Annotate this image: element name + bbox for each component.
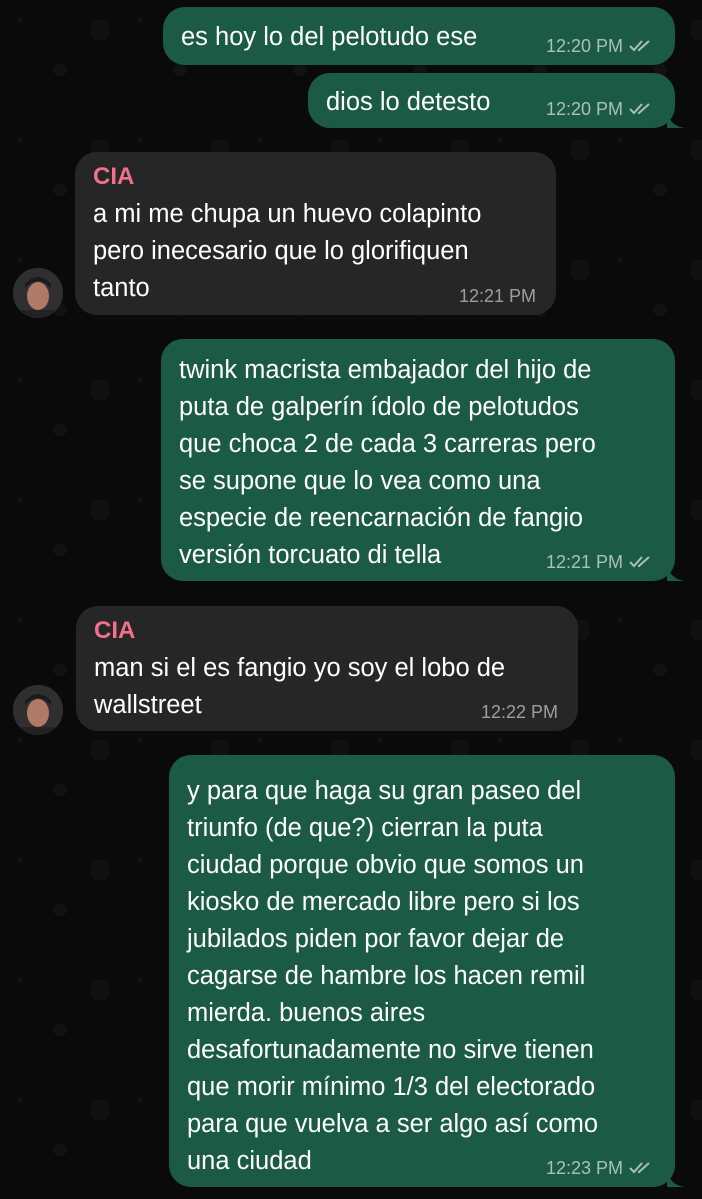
message-time: 12:23 PM — [545, 1158, 623, 1178]
chat-view[interactable]: es hoy lo del pelotudo ese 12:20 PM dios… — [0, 0, 702, 1199]
bubble-tail — [667, 110, 685, 128]
double-check-icon — [629, 1162, 650, 1174]
message-bubble-incoming[interactable]: CIA man si el es fangio yo soy el lobo d… — [76, 606, 578, 731]
message-bubble-outgoing[interactable]: twink macrista embajador del hijo de put… — [161, 339, 685, 581]
sender-name[interactable]: CIA — [94, 616, 558, 646]
sender-name[interactable]: CIA — [93, 162, 536, 192]
double-check-icon — [629, 40, 650, 52]
contact-avatar[interactable] — [13, 685, 63, 735]
message-meta: 12:20 PM — [546, 36, 655, 56]
double-check-icon — [629, 556, 650, 568]
message-time: 12:20 PM — [545, 36, 623, 56]
message-time: 12:21 PM — [458, 286, 536, 306]
message-meta: 12:21 PM — [546, 552, 655, 572]
contact-avatar[interactable] — [13, 268, 63, 318]
message-time: 12:22 PM — [480, 702, 558, 722]
message-bubble-outgoing[interactable]: y para que haga su gran paseo del triunf… — [169, 755, 685, 1187]
message-meta: 12:20 PM — [546, 99, 655, 119]
message-bubble-incoming[interactable]: CIA a mi me chupa un huevo colapinto per… — [75, 152, 556, 315]
message-meta: 12:23 PM — [546, 1158, 655, 1178]
message-meta: 12:21 PM — [459, 286, 536, 306]
message-text: y para que haga su gran paseo del triunf… — [187, 777, 599, 1175]
message-text: twink macrista embajador del hijo de put… — [179, 356, 596, 569]
bubble-tail — [667, 563, 685, 581]
double-check-icon — [629, 103, 650, 115]
avatar-image — [13, 685, 63, 735]
message-time: 12:21 PM — [545, 552, 623, 572]
message-bubble-outgoing[interactable]: es hoy lo del pelotudo ese 12:20 PM — [163, 7, 675, 65]
message-meta: 12:22 PM — [481, 702, 558, 722]
bubble-tail — [667, 1169, 685, 1187]
message-time: 12:20 PM — [545, 99, 623, 119]
avatar-image — [13, 268, 63, 318]
message-bubble-outgoing[interactable]: dios lo detesto 12:20 PM — [308, 73, 685, 128]
